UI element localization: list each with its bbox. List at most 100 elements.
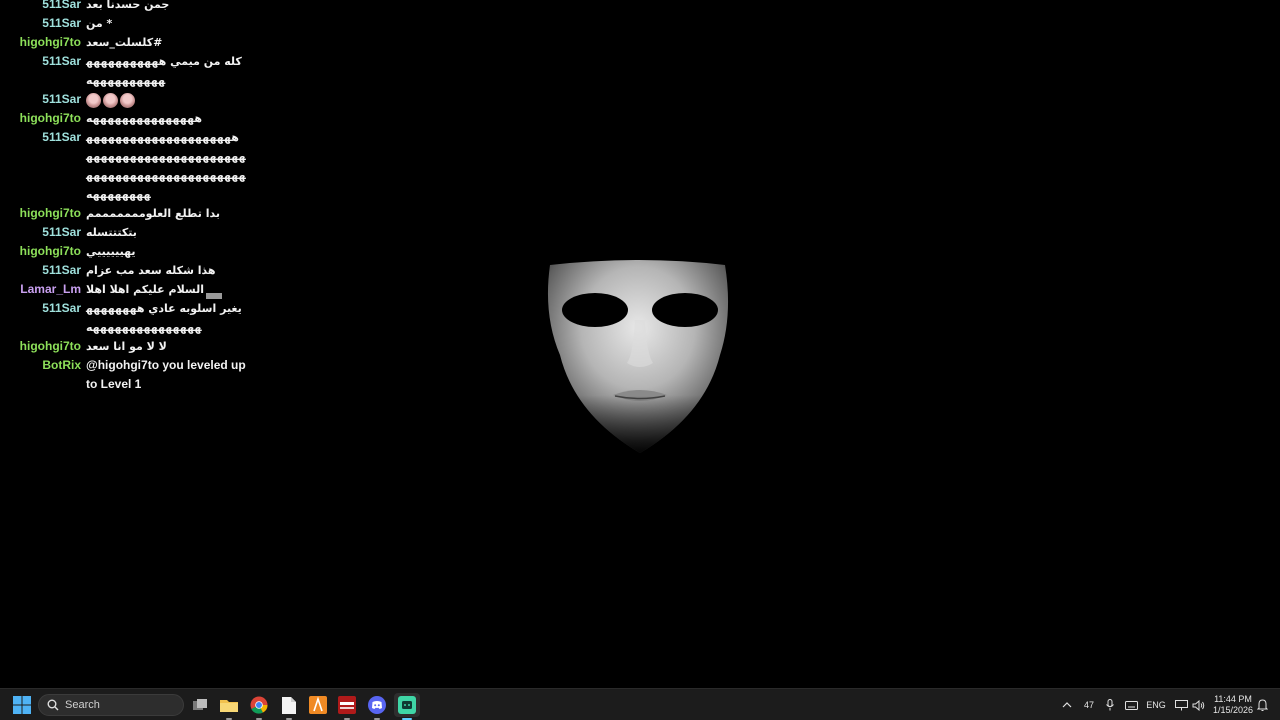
chat-username[interactable]: 511Sar: [0, 223, 86, 242]
chat-username[interactable]: 511Sar: [0, 14, 86, 33]
search-box[interactable]: Search: [38, 694, 184, 716]
chat-text: كله من ميمي هههههههههههههههههههههه: [86, 52, 246, 90]
chat-text-content: هذا شكله سعد مب عزام: [86, 264, 216, 277]
chat-username[interactable]: BotRix: [0, 356, 86, 375]
windows-icon: [13, 696, 31, 714]
chat-text: @higohgi7to you leveled up to Level 1: [86, 356, 246, 394]
taskbar: Search 47 ENG 11:44 PM 1/15/2026: [0, 688, 1280, 720]
chat-text-content: بتكتتتسله: [86, 226, 137, 239]
chat-text-content: لا لا مو انا سعد: [86, 340, 167, 353]
chat-message: 511Sar جمن حسدنا بعد: [0, 0, 260, 14]
network-button[interactable]: [1173, 693, 1189, 717]
chat-username[interactable]: 511Sar: [0, 0, 86, 14]
chrome-button[interactable]: [247, 693, 271, 720]
chat-username[interactable]: higohgi7to: [0, 109, 86, 128]
chat-message: 511Sar بتكتتتسله: [0, 223, 260, 242]
chat-message: BotRix @higohgi7to you leveled up to Leve…: [0, 356, 260, 394]
chat-message: 511Sar كله من ميمي هههههههههههههههههههههه: [0, 52, 260, 90]
keyboard-button[interactable]: [1123, 693, 1139, 717]
chat-message: higohgi7to هههههههههههههههه: [0, 109, 260, 128]
volume-button[interactable]: [1190, 693, 1206, 717]
chat-username[interactable]: 511Sar: [0, 52, 86, 71]
notepad-button[interactable]: [277, 693, 301, 720]
chat-message: higohgi7to بدا تطلع العلومممممممم: [0, 204, 260, 223]
game-app-icon: [398, 696, 416, 714]
chat-message: 511Sar: [0, 90, 260, 109]
chat-message: 511Sar * من: [0, 14, 260, 33]
chat-text: هذا شكله سعد مب عزام: [86, 261, 246, 280]
chat-username[interactable]: 511Sar: [0, 90, 86, 109]
chat-message: 511Sar يغير اسلوبه عادي ههههههههههههههههه…: [0, 299, 260, 337]
document-icon: [282, 696, 296, 714]
emote-icon: [86, 92, 101, 108]
chat-text: * من: [86, 14, 246, 33]
clock[interactable]: 11:44 PM 1/15/2026: [1208, 693, 1258, 717]
chat-username[interactable]: 511Sar: [0, 299, 86, 318]
emote-icon: [103, 92, 118, 108]
chat-message: 511Sar هذا شكله سعد مب عزام: [0, 261, 260, 280]
chat-text-content: السلام عليكم اهلا اهلا: [86, 283, 205, 296]
chat-text-content: كله من ميمي هههههههههههههههههههههه: [86, 55, 242, 87]
microphone-icon: [1106, 699, 1114, 711]
volume-icon: [1192, 699, 1204, 711]
mask-image: [547, 260, 729, 453]
chrome-icon: [250, 696, 268, 714]
chat-message: 511Sar هههههههههههههههههههههههههههههههههه…: [0, 128, 260, 204]
bell-icon: [1256, 699, 1268, 711]
chat-text-content: يغير اسلوبه عادي ههههههههههههههههههههههه…: [86, 302, 242, 334]
chat-username[interactable]: higohgi7to: [0, 33, 86, 52]
chat-username[interactable]: 511Sar: [0, 261, 86, 280]
chat-message: higohgi7to #كلسلت_سعد: [0, 33, 260, 52]
orange-app-button[interactable]: [306, 693, 330, 717]
chat-text: #كلسلت_سعد: [86, 33, 246, 52]
discord-icon: [368, 696, 386, 714]
chat-message: Lamar_Lm السلام عليكم اهلا اهلا: [0, 280, 260, 299]
chat-text: يهييييييي: [86, 242, 246, 261]
chat-text-content: #كلسلت_سعد: [86, 36, 163, 49]
chat-text: السلام عليكم اهلا اهلا: [86, 280, 246, 299]
file-explorer-button[interactable]: [217, 693, 241, 720]
folder-icon: [220, 700, 238, 712]
clock-time: 11:44 PM: [1214, 694, 1252, 704]
keyboard-icon: [1124, 700, 1138, 710]
chat-text: يغير اسلوبه عادي ههههههههههههههههههههههه…: [86, 299, 246, 337]
clock-date: 1/15/2026: [1212, 705, 1254, 715]
tray-overflow-button[interactable]: [1059, 693, 1075, 717]
task-view-button[interactable]: [188, 693, 212, 717]
chat-username[interactable]: Lamar_Lm: [0, 280, 86, 299]
chat-text-content: هههههههههههههههه: [86, 112, 202, 125]
search-icon: [47, 699, 59, 711]
network-icon: [1174, 699, 1188, 710]
chat-text-content: هههههههههههههههههههههههههههههههههههههههه…: [86, 131, 246, 201]
chat-username[interactable]: higohgi7to: [0, 337, 86, 356]
chat-username[interactable]: 511Sar: [0, 128, 86, 147]
game-app-button[interactable]: [394, 693, 420, 720]
chat-text: هههههههههههههههههههههههههههههههههههههههه…: [86, 128, 246, 204]
chat-text-content: * من: [86, 17, 113, 30]
task-view-icon: [193, 699, 207, 710]
emote-icon: [120, 92, 135, 108]
chat-message: higohgi7to لا لا مو انا سعد: [0, 337, 260, 356]
tray-badge[interactable]: 47: [1080, 693, 1098, 717]
chat-overlay: 511Sar جمن حسدنا بعد 511Sar * من higohgi7to #…: [0, 0, 260, 394]
voice-app-icon: [338, 696, 356, 714]
language-indicator[interactable]: ENG: [1143, 693, 1169, 717]
chat-text-content: يهييييييي: [86, 245, 136, 258]
notifications-button[interactable]: [1254, 693, 1270, 717]
chat-text-content: جمن حسدنا بعد: [86, 0, 170, 11]
chevron-up-icon: [1062, 702, 1072, 708]
start-button[interactable]: [10, 693, 34, 717]
voice-app-button[interactable]: [335, 693, 359, 720]
chat-text: بدا تطلع العلومممممممم: [86, 204, 246, 223]
microphone-button[interactable]: [1102, 693, 1118, 717]
chat-text: هههههههههههههههه: [86, 109, 246, 128]
search-placeholder: Search: [65, 699, 100, 711]
chat-text-content: @higohgi7to you leveled up to Level 1: [86, 358, 246, 391]
chat-text-content: بدا تطلع العلومممممممم: [86, 207, 220, 220]
chat-text: لا لا مو انا سعد: [86, 337, 246, 356]
chat-text: جمن حسدنا بعد: [86, 0, 246, 14]
chat-text: [86, 90, 246, 109]
chat-username[interactable]: higohgi7to: [0, 242, 86, 261]
chat-username[interactable]: higohgi7to: [0, 204, 86, 223]
discord-button[interactable]: [365, 693, 389, 720]
